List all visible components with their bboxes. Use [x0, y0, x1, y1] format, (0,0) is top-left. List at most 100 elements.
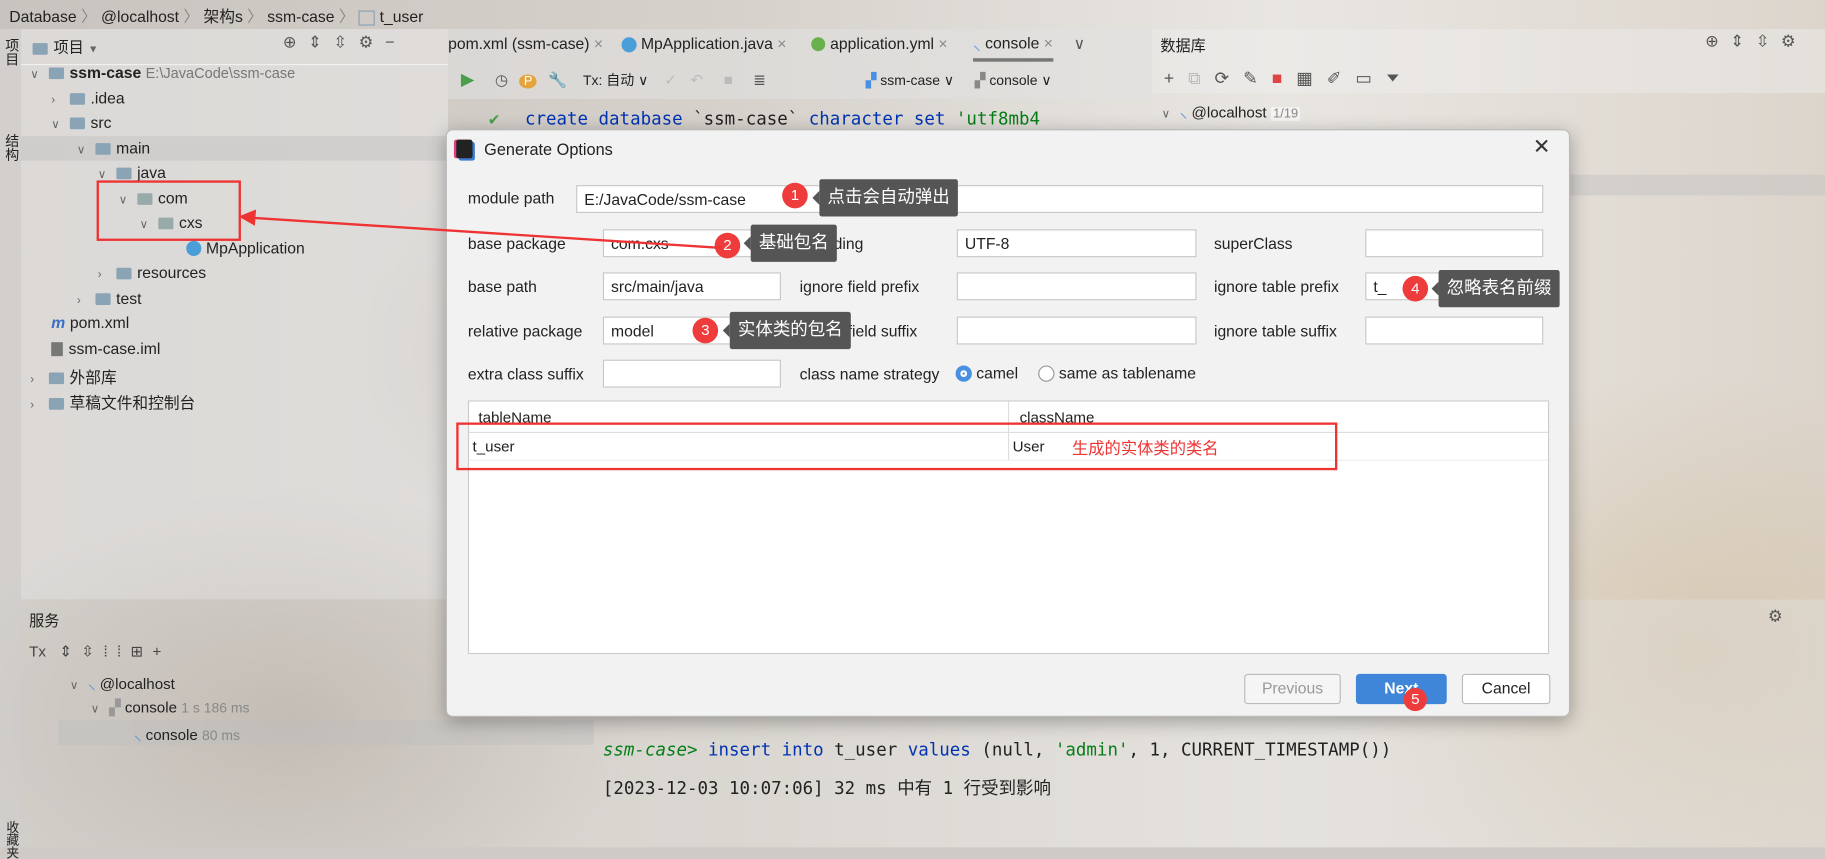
base-path-field[interactable]: src/main/java	[602, 272, 781, 301]
radio-camel[interactable]: camel	[955, 364, 1018, 383]
tree-item-resources[interactable]: › resources	[98, 264, 206, 281]
tree-item-main[interactable]: ∨ main	[77, 139, 150, 156]
breadcrumb-item[interactable]: @localhost	[101, 8, 179, 25]
chevron-down-icon[interactable]: ∨	[30, 69, 44, 82]
chevron-right-icon[interactable]: ›	[51, 94, 65, 107]
history-icon[interactable]: ◷	[495, 71, 508, 88]
breadcrumb-item[interactable]: t_user	[380, 8, 424, 25]
previous-button[interactable]: Previous	[1244, 673, 1341, 705]
radio-same-as-tablename[interactable]: same as tablename	[1038, 364, 1196, 383]
annotation-badge-4: 4	[1402, 275, 1429, 302]
tree-item-test[interactable]: › test	[77, 289, 142, 306]
module-path-field[interactable]: E:/JavaCode/ssm-case	[576, 185, 1544, 213]
services-panel-title: 服务	[29, 612, 60, 630]
add-icon[interactable]: +	[152, 642, 170, 659]
editor-code-line[interactable]: ✔ create database `ssm-case` character se…	[489, 108, 1040, 129]
services-tree-item[interactable]: ∨ ⸜ @localhost	[70, 673, 175, 694]
tree-item-ssm-case[interactable]: ∨ ssm-case E:\JavaCode\ssm-case	[30, 64, 295, 81]
tree-item-label: src	[90, 114, 112, 132]
tree-item-label: 外部库	[69, 368, 117, 387]
tree-item-[interactable]: › 外部库	[30, 364, 116, 387]
commit-icon[interactable]: ✓	[664, 71, 677, 88]
favorites-tool-button[interactable]: 收藏夹	[2, 821, 21, 859]
edit-properties-icon[interactable]: ✎	[1243, 69, 1272, 89]
tree-item-src[interactable]: ∨ src	[51, 114, 111, 131]
refresh-icon[interactable]: ⟳	[1215, 69, 1244, 89]
sql-console-icon[interactable]: ▭	[1355, 69, 1385, 89]
tab-application-yml[interactable]: application.yml ×	[811, 34, 948, 52]
datasource-dropdown[interactable]: ▞ ssm-case ∨	[866, 72, 955, 88]
ide-window: Database 〉 @localhost 〉 架构s 〉 ssm-case 〉…	[0, 0, 1825, 859]
gear-icon[interactable]: ⚙	[1781, 31, 1807, 50]
stop-icon[interactable]: ■	[724, 71, 733, 88]
edit-icon[interactable]: ✐	[1327, 69, 1356, 89]
wrench-icon[interactable]: 🔧	[548, 71, 567, 88]
minimize-icon[interactable]: −	[385, 33, 406, 52]
chevron-right-icon[interactable]: ›	[98, 269, 112, 282]
table-view-icon[interactable]: ▦	[1296, 69, 1326, 89]
tree-item-java[interactable]: ∨ java	[98, 164, 166, 181]
rollback-icon[interactable]: ↶	[690, 71, 703, 88]
tree-item-pom-xml[interactable]: m pom.xml	[51, 314, 129, 331]
tab-mpapplication[interactable]: MpApplication.java ×	[621, 34, 786, 52]
gear-icon[interactable]: ⚙	[359, 33, 385, 52]
chevron-right-icon[interactable]: ›	[77, 294, 91, 307]
tabs-overflow-chevron[interactable]: ∨	[1074, 34, 1086, 51]
project-tool-button[interactable]: 项目	[2, 38, 22, 66]
tab-console[interactable]: ⸜ console ×	[972, 34, 1053, 62]
structure-tool-button[interactable]: 结构	[2, 134, 22, 162]
chevron-right-icon[interactable]: ›	[30, 374, 44, 387]
encoding-field[interactable]: UTF-8	[956, 229, 1197, 258]
breadcrumb-item[interactable]: 架构s	[204, 8, 243, 25]
stop-icon[interactable]: ■	[1272, 69, 1297, 89]
tx-mode-dropdown[interactable]: Tx: 自动 ∨	[583, 72, 648, 88]
superclass-field[interactable]	[1365, 229, 1544, 258]
chevron-down-icon[interactable]: ∨	[51, 119, 65, 132]
services-tree-item[interactable]: ⸜ console 80 ms	[134, 724, 240, 745]
run-icon[interactable]: ▶	[461, 70, 474, 90]
success-check-icon: ✔	[488, 108, 500, 130]
gear-icon[interactable]: ⚙	[1768, 606, 1783, 626]
output-icon[interactable]: ≣	[753, 71, 766, 88]
tree-item-ssm-case-iml[interactable]: ssm-case.iml	[51, 339, 160, 357]
collapse-all-icon[interactable]: ⇳	[1756, 31, 1781, 50]
cancel-button[interactable]: Cancel	[1461, 673, 1551, 705]
project-panel-header[interactable]: 项目 ▼	[32, 35, 99, 57]
locate-icon[interactable]: ⊕	[1705, 31, 1730, 50]
expand-all-icon[interactable]: ⇕	[46, 642, 82, 659]
tree-item-mpapplication[interactable]: MpApplication	[186, 239, 305, 257]
tab-pom-xml[interactable]: pom.xml (ssm-case) ×	[448, 34, 603, 51]
ignore-field-suffix-field[interactable]	[956, 316, 1197, 345]
ignore-table-suffix-field[interactable]	[1365, 316, 1544, 345]
expand-all-icon[interactable]: ⇕	[308, 33, 333, 52]
breadcrumb-item[interactable]: Database	[9, 8, 76, 25]
group-icon[interactable]: ⁞⁞	[103, 642, 130, 659]
folder-icon	[116, 268, 132, 280]
copy-icon[interactable]: ⧉	[1188, 69, 1214, 89]
collapse-all-icon[interactable]: ⇳	[333, 33, 358, 52]
extra-class-suffix-field[interactable]	[602, 359, 781, 388]
console-sql-line: ssm-case> insert into t_user values (nul…	[602, 739, 1392, 761]
parameters-icon[interactable]: P	[519, 74, 538, 89]
services-tree-item[interactable]: ∨ ▞ console 1 s 186 ms	[91, 698, 250, 717]
next-button[interactable]: Next	[1355, 673, 1447, 705]
filter-icon[interactable]: ⏷	[1386, 69, 1414, 89]
expand-all-icon[interactable]: ⇕	[1730, 31, 1755, 50]
session-dropdown[interactable]: ▞ console ∨	[975, 72, 1052, 88]
add-service-icon[interactable]: ⊞	[130, 642, 152, 659]
tx-button[interactable]: Tx	[29, 642, 46, 659]
breadcrumb-item[interactable]: ssm-case	[267, 8, 334, 25]
chevron-down-icon[interactable]: ∨	[77, 144, 91, 157]
generate-options-dialog: Generate Options ✕ module path E:/JavaCo…	[445, 129, 1571, 717]
schema-count: 1/19	[1270, 107, 1301, 122]
collapse-all-icon[interactable]: ⇳	[81, 642, 103, 659]
tree-item-idea[interactable]: › .idea	[51, 89, 124, 106]
chevron-right-icon[interactable]: ›	[30, 399, 44, 412]
tree-item-[interactable]: › 草稿文件和控制台	[30, 389, 195, 412]
add-icon[interactable]: +	[1164, 69, 1188, 89]
database-tree-host[interactable]: ∨ ⸜ @localhost 1/19	[1162, 101, 1301, 122]
locate-icon[interactable]: ⊕	[283, 33, 308, 52]
ignore-field-prefix-field[interactable]	[956, 272, 1197, 301]
close-icon[interactable]: ✕	[1533, 135, 1551, 159]
tree-item-label: test	[116, 289, 142, 307]
